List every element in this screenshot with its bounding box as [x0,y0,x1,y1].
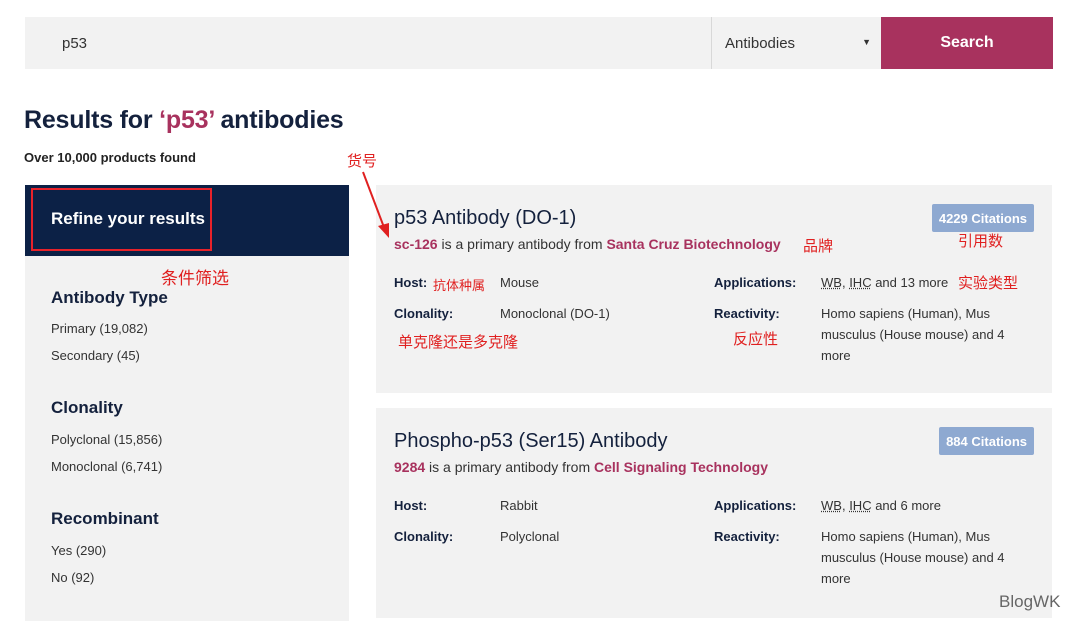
applications-label: Applications: [714,498,797,513]
clonality-value: Monoclonal (DO-1) [500,306,610,321]
facet-item-secondary[interactable]: Secondary (45) [51,348,140,363]
facet-item-monoclonal[interactable]: Monoclonal (6,741) [51,459,162,474]
clonality-label: Clonality: [394,529,454,544]
catalog-number[interactable]: sc-126 [394,236,438,252]
title-query: ‘p53’ [159,106,214,134]
product-title[interactable]: p53 Antibody (DO-1) [394,207,576,230]
facet-item-recombinant-yes[interactable]: Yes (290) [51,543,106,558]
results-count: Over 10,000 products found [24,150,196,165]
product-title[interactable]: Phospho-p53 (Ser15) Antibody [394,430,668,453]
applications-label: Applications: [714,275,797,290]
application-ihc[interactable]: IHC [849,275,871,290]
reactivity-label: Reactivity: [714,529,780,544]
facet-item-recombinant-no[interactable]: No (92) [51,570,94,585]
facet-title-recombinant: Recombinant [51,509,159,528]
host-value: Rabbit [500,498,538,513]
product-card: Phospho-p53 (Ser15) Antibody 9284 is a p… [376,408,1052,618]
application-ihc[interactable]: IHC [849,498,871,513]
clonality-value: Polyclonal [500,529,560,544]
search-bar: Antibodies ▼ Search [25,17,1053,69]
applications-value: WB, IHC and 6 more [821,495,941,516]
annotation-mono-poly: 单克隆还是多克隆 [398,333,519,351]
search-button[interactable]: Search [881,17,1053,69]
product-subtitle: 9284 is a primary antibody from Cell Sig… [394,459,768,475]
title-suffix: antibodies [213,106,344,134]
facet-item-polyclonal[interactable]: Polyclonal (15,856) [51,432,162,447]
host-label: Host: [394,498,428,513]
host-value: Mouse [500,275,540,290]
application-wb[interactable]: WB [821,275,842,290]
title-prefix: Results for [24,106,160,134]
annotation-catalog-no: 货号 [347,152,378,170]
watermark: BlogWK [999,592,1061,611]
product-subtitle-middle: is a primary antibody from [437,236,607,252]
reactivity-value: Homo sapiens (Human), Mus musculus (Hous… [821,306,1005,363]
facet-title-antibody-type: Antibody Type [51,288,168,307]
page-title: Results for ‘p53’ antibodies [24,106,344,135]
search-input[interactable] [25,17,711,69]
reactivity-value: Homo sapiens (Human), Mus musculus (Hous… [821,529,1005,586]
facet-title-clonality: Clonality [51,398,123,417]
reactivity-label: Reactivity: [714,306,780,321]
citations-badge[interactable]: 4229 Citations [931,204,1034,232]
annotation-highlight-box [31,188,212,251]
application-wb[interactable]: WB [821,498,842,513]
applications-value: WB, IHC and 13 more [821,272,948,293]
brand-link[interactable]: Santa Cruz Biotechnology [606,236,780,252]
clonality-label: Clonality: [394,306,454,321]
annotation-experiment-type: 实验类型 [958,274,1019,292]
chevron-down-icon: ▼ [862,37,871,47]
host-label: Host: [394,275,428,290]
annotation-citations: 引用数 [958,232,1004,250]
annotation-host-species: 抗体种属 [433,279,486,294]
category-select-value: Antibodies [725,34,796,52]
annotation-filter: 条件筛选 [161,269,229,289]
applications-more[interactable]: and 6 more [872,498,941,513]
applications-more[interactable]: and 13 more [872,275,948,290]
annotation-brand: 品牌 [803,237,834,255]
category-select[interactable]: Antibodies ▼ [711,17,881,69]
product-subtitle: sc-126 is a primary antibody from Santa … [394,236,781,252]
annotation-arrow-icon [362,171,389,238]
citations-badge[interactable]: 884 Citations [939,427,1034,455]
brand-link[interactable]: Cell Signaling Technology [594,459,768,475]
catalog-number[interactable]: 9284 [394,459,425,475]
annotation-reactivity: 反应性 [733,330,779,348]
product-subtitle-middle: is a primary antibody from [425,459,594,475]
facet-item-primary[interactable]: Primary (19,082) [51,321,148,336]
